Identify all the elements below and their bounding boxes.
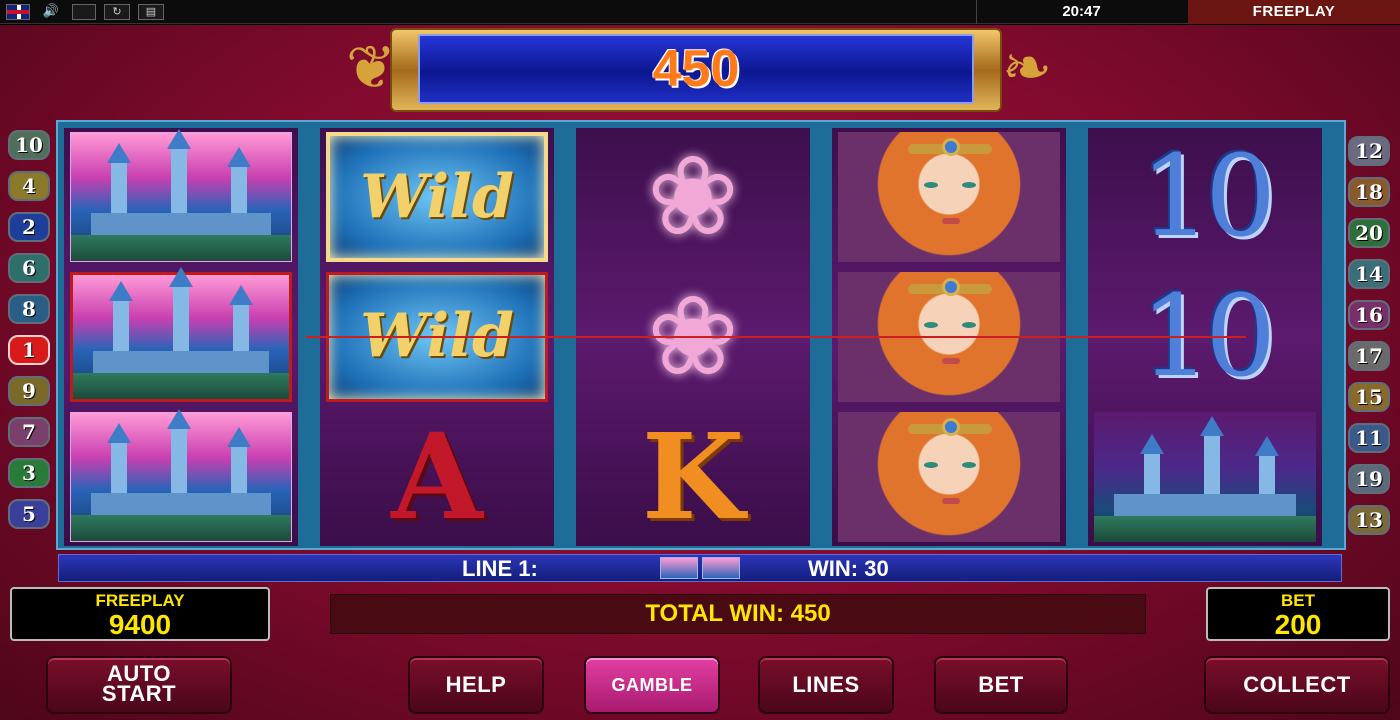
bet-label: BET [1281,591,1315,610]
credits-label: FREEPLAY [95,591,185,610]
help-button[interactable]: HELP [408,656,544,714]
line-badge-7: 7 [8,417,50,447]
line-badge-1: 1 [8,335,50,365]
princess-symbol [838,412,1060,542]
mini-castle-icon [660,557,698,579]
bet-counter: BET 200 [1206,587,1390,641]
line-badge-8: 8 [8,294,50,324]
reel-1 [64,128,298,546]
reels-frame: Wild Wild A ❀ ❀ K 10 10 [56,120,1346,550]
bet-value: 200 [1274,609,1322,640]
auto-start-label-line2: START [101,681,177,706]
line-info-bar [58,554,1342,582]
line-badge-18: 18 [1348,177,1390,207]
auto-start-button[interactable]: AUTO START [46,656,232,714]
lines-button[interactable]: LINES [758,656,894,714]
k-symbol: K [641,407,745,546]
status-bar: 🔊 ↻ ▤ 20:47 FREEPLAY [0,0,1400,24]
uk-flag-icon[interactable] [6,4,30,20]
line-badge-9: 9 [8,376,50,406]
a-symbol: A [391,407,483,546]
line-badge-14: 14 [1348,259,1390,289]
mini-castle-icon [702,557,740,579]
line-badge-19: 19 [1348,464,1390,494]
total-win-display: TOTAL WIN: 450 [330,594,1146,634]
castle-symbol [1094,412,1316,542]
castle-symbol [70,409,292,542]
line-badge-4: 4 [8,171,50,201]
clock: 20:47 [976,0,1186,24]
bet-button[interactable]: BET [934,656,1068,714]
line-badge-10: 10 [8,130,50,160]
ten-symbol: 10 [1139,132,1277,262]
castle-symbol [70,267,292,402]
line-badge-20: 20 [1348,218,1390,248]
wild-symbol: Wild [326,132,548,262]
princess-symbol [838,132,1060,262]
game-mode-label: FREEPLAY [1188,0,1400,24]
line-badge-16: 16 [1348,300,1390,330]
line-badge-2: 2 [8,212,50,242]
fullscreen-icon[interactable] [72,4,96,20]
credits-value: 9400 [108,609,172,640]
castle-symbol [70,129,292,262]
payline-1 [306,336,1246,338]
line-badge-15: 15 [1348,382,1390,412]
gamble-button[interactable]: GAMBLE [584,656,720,714]
collect-button[interactable]: COLLECT [1204,656,1390,714]
line-label: LINE 1: [462,556,538,581]
line-badge-13: 13 [1348,505,1390,535]
lily-symbol: ❀ [646,135,740,258]
credits-counter: FREEPLAY 9400 [10,587,270,641]
line-badge-3: 3 [8,458,50,488]
line-badge-6: 6 [8,253,50,283]
win-meter: 450 [418,34,974,104]
speaker-icon[interactable]: 🔊 [38,4,64,20]
line-badge-17: 17 [1348,341,1390,371]
paytable-icon[interactable]: ▤ [138,4,164,20]
line-win-label: WIN: 30 [808,556,889,581]
replay-icon[interactable]: ↻ [104,4,130,20]
line-badge-12: 12 [1348,136,1390,166]
line-badge-11: 11 [1348,423,1390,453]
line-badge-5: 5 [8,499,50,529]
ornament-right-icon: ❧ [1001,34,1053,101]
